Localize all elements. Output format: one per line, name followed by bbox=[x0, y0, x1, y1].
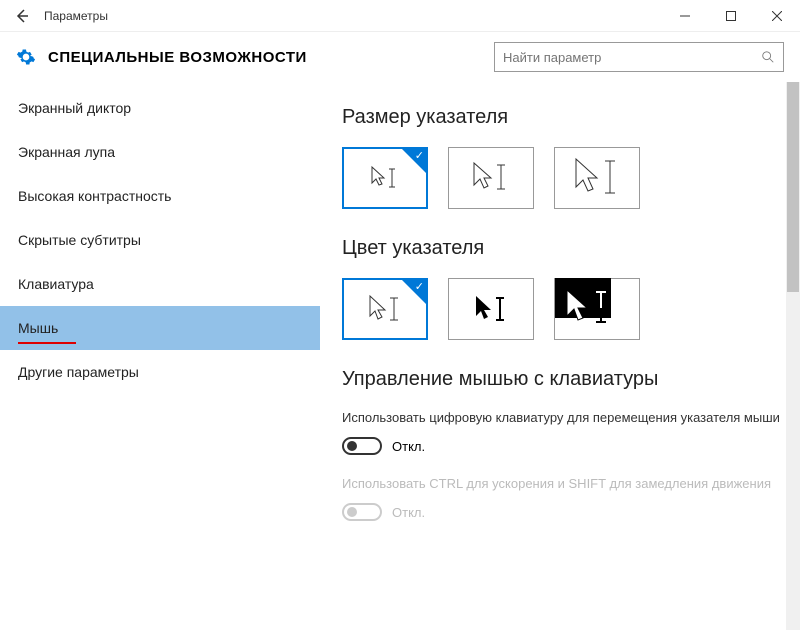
sidebar-item-label: Мышь bbox=[18, 320, 58, 336]
content: Экранный диктор Экранная лупа Высокая ко… bbox=[0, 82, 800, 630]
pointer-color-white[interactable] bbox=[342, 278, 428, 340]
maximize-button[interactable] bbox=[708, 0, 754, 32]
back-button[interactable] bbox=[8, 2, 36, 30]
ctrl-shift-toggle-label: Откл. bbox=[392, 505, 425, 520]
header: СПЕЦИАЛЬНЫЕ ВОЗМОЖНОСТИ bbox=[0, 32, 800, 82]
search-input[interactable] bbox=[503, 50, 761, 65]
check-icon bbox=[402, 149, 426, 173]
close-button[interactable] bbox=[754, 0, 800, 32]
search-icon bbox=[761, 50, 775, 64]
annotation-underline bbox=[18, 342, 76, 344]
search-box[interactable] bbox=[494, 42, 784, 72]
pointer-color-inverted[interactable] bbox=[554, 278, 640, 340]
pointer-color-title: Цвет указателя bbox=[342, 237, 780, 260]
window-title: Параметры bbox=[44, 9, 108, 23]
sidebar-item-narrator[interactable]: Экранный диктор bbox=[0, 86, 320, 130]
mouse-keys-title: Управление мышью с клавиатуры bbox=[342, 368, 780, 391]
sidebar-item-keyboard[interactable]: Клавиатура bbox=[0, 262, 320, 306]
check-icon bbox=[402, 280, 426, 304]
pointer-size-small[interactable] bbox=[342, 147, 428, 209]
page-title: СПЕЦИАЛЬНЫЕ ВОЗМОЖНОСТИ bbox=[48, 49, 307, 66]
pointer-size-large[interactable] bbox=[554, 147, 640, 209]
sidebar-item-contrast[interactable]: Высокая контрастность bbox=[0, 174, 320, 218]
sidebar-item-other[interactable]: Другие параметры bbox=[0, 350, 320, 394]
sidebar-item-mouse[interactable]: Мышь bbox=[0, 306, 320, 350]
pointer-size-title: Размер указателя bbox=[342, 106, 780, 129]
titlebar: Параметры bbox=[0, 0, 800, 32]
minimize-button[interactable] bbox=[662, 0, 708, 32]
pointer-color-black[interactable] bbox=[448, 278, 534, 340]
ctrl-shift-toggle bbox=[342, 503, 382, 521]
mouse-keys-desc: Использовать цифровую клавиатуру для пер… bbox=[342, 409, 780, 427]
pointer-color-options bbox=[342, 278, 780, 340]
gear-icon bbox=[16, 47, 36, 67]
mouse-keys-toggle[interactable] bbox=[342, 437, 382, 455]
sidebar-item-magnifier[interactable]: Экранная лупа bbox=[0, 130, 320, 174]
sidebar: Экранный диктор Экранная лупа Высокая ко… bbox=[0, 82, 320, 630]
ctrl-shift-desc: Использовать CTRL для ускорения и SHIFT … bbox=[342, 475, 780, 493]
mouse-keys-toggle-row: Откл. bbox=[342, 437, 780, 455]
pointer-size-options bbox=[342, 147, 780, 209]
scrollbar[interactable] bbox=[786, 82, 800, 630]
scroll-thumb[interactable] bbox=[787, 82, 799, 292]
window-controls bbox=[662, 0, 800, 32]
main-panel: Размер указателя Цвет указателя bbox=[320, 82, 800, 630]
mouse-keys-toggle-label: Откл. bbox=[392, 439, 425, 454]
sidebar-item-captions[interactable]: Скрытые субтитры bbox=[0, 218, 320, 262]
ctrl-shift-toggle-row: Откл. bbox=[342, 503, 780, 521]
pointer-size-medium[interactable] bbox=[448, 147, 534, 209]
